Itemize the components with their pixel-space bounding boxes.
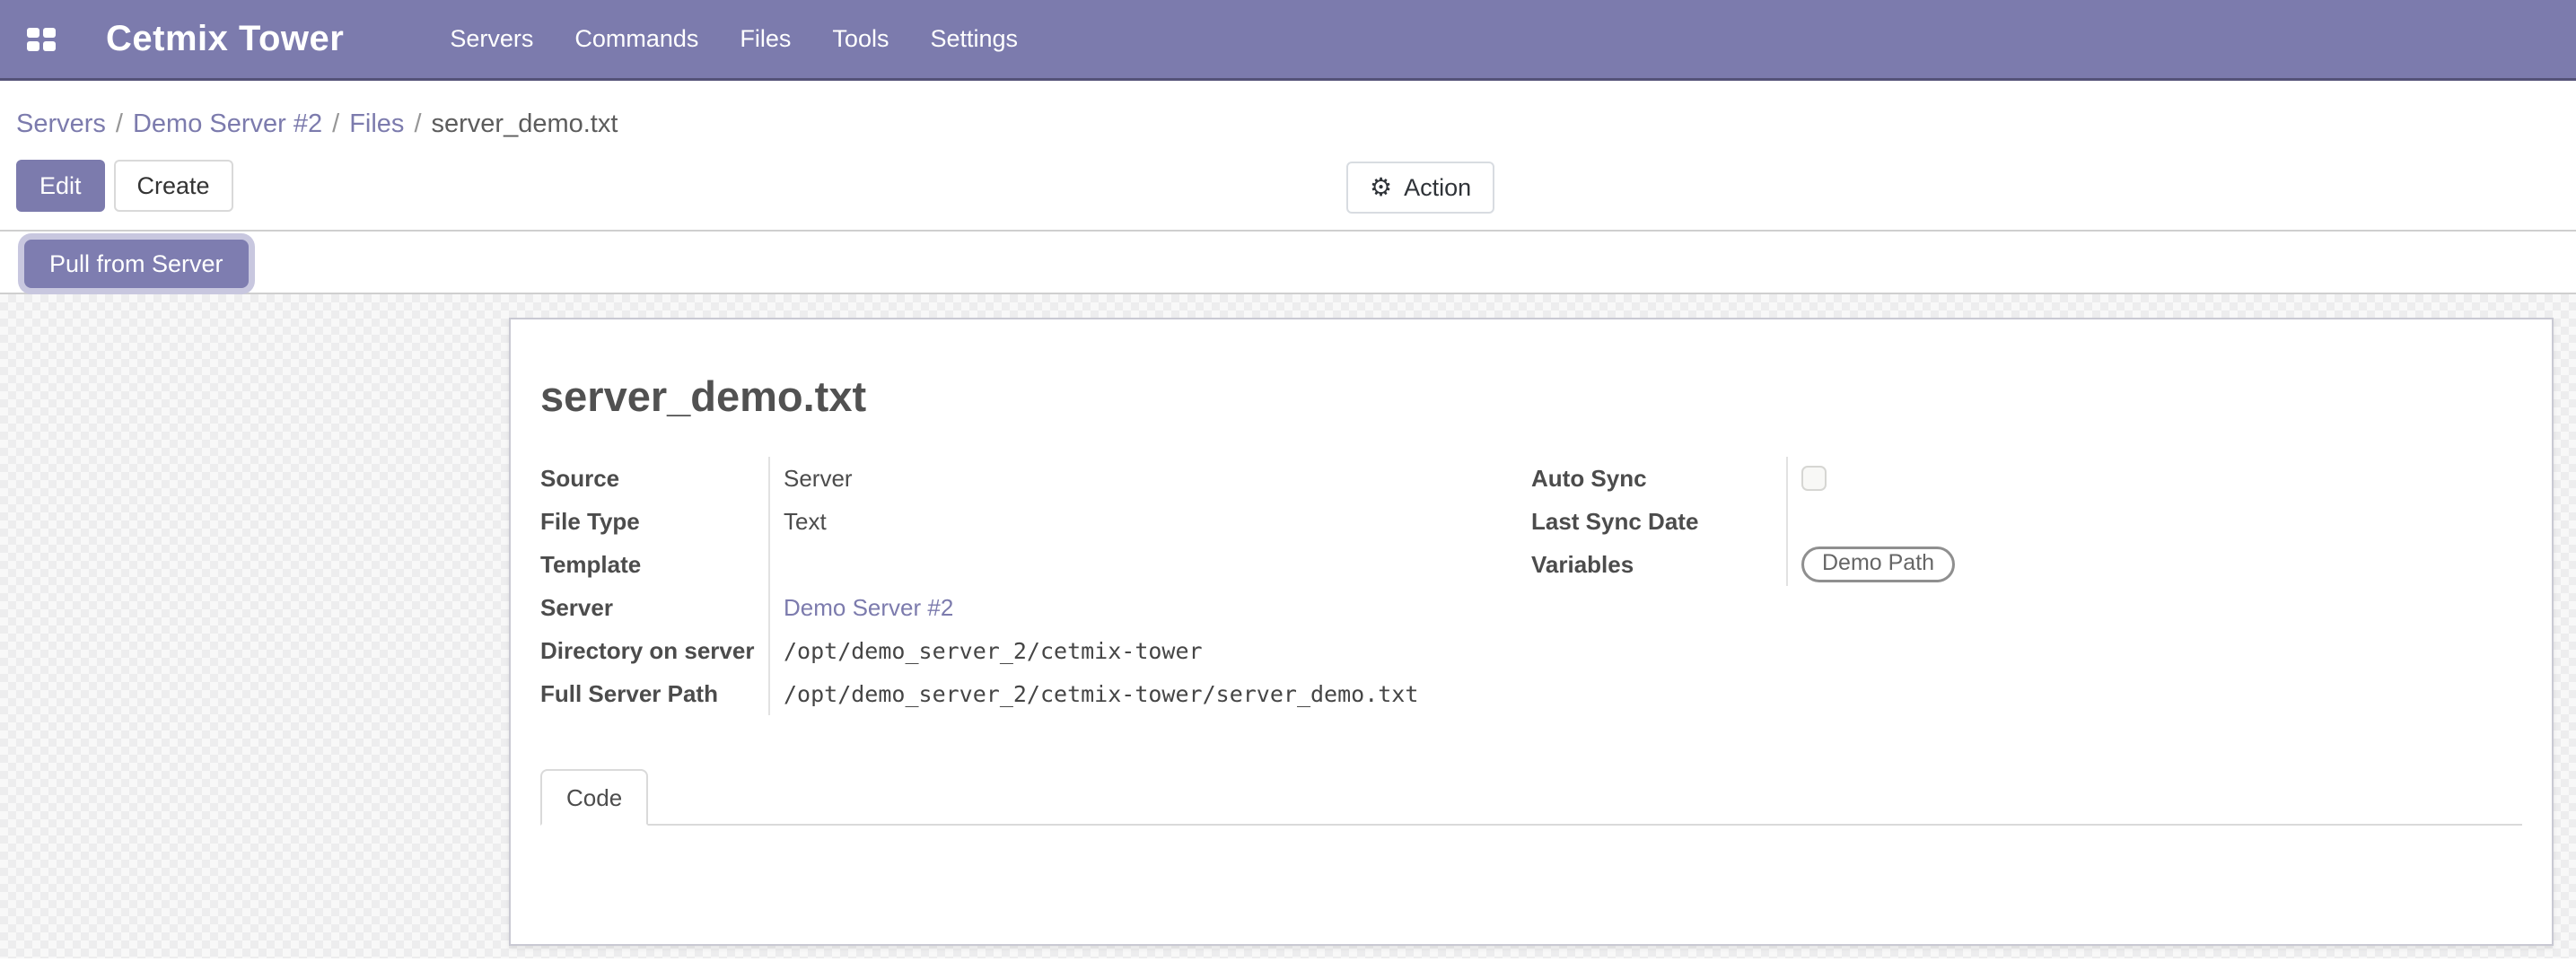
notebook-tabs: Code [540, 769, 2522, 826]
field-label-template: Template [540, 543, 770, 586]
main-menu: Servers Commands Files Tools Settings [450, 25, 1018, 53]
field-label-auto-sync: Auto Sync [1531, 457, 1788, 500]
field-row-template: Template [540, 543, 1531, 586]
field-groups: Source Server File Type Text Template Se… [540, 457, 2522, 715]
tab-content-code [540, 826, 2522, 923]
app-brand[interactable]: Cetmix Tower [106, 19, 344, 59]
field-label-full-path: Full Server Path [540, 672, 770, 715]
field-row-server: Server Demo Server #2 [540, 586, 1531, 629]
breadcrumb-separator: / [116, 109, 123, 138]
breadcrumb-separator: / [414, 109, 421, 138]
breadcrumb-link-servers[interactable]: Servers [16, 109, 106, 138]
menu-item-commands[interactable]: Commands [574, 25, 698, 53]
breadcrumb-separator: / [332, 109, 339, 138]
control-panel: Servers / Demo Server #2 / Files / server_demo… [0, 81, 2576, 232]
field-label-server: Server [540, 586, 770, 629]
field-label-source: Source [540, 457, 770, 500]
action-menu-button[interactable]: ⚙ Action [1346, 162, 1494, 214]
form-statusbar: Pull from Server [0, 232, 2576, 294]
field-label-variables: Variables [1531, 543, 1788, 586]
notebook: Code [540, 769, 2522, 923]
field-group-right: Auto Sync Last Sync Date Variables Demo … [1531, 457, 2522, 715]
form-sheet: server_demo.txt Source Server File Type … [509, 318, 2554, 946]
field-row-auto-sync: Auto Sync [1531, 457, 2522, 500]
field-value-directory: /opt/demo_server_2/cetmix-tower [770, 638, 1203, 664]
field-label-last-sync-date: Last Sync Date [1531, 500, 1788, 543]
pull-from-server-button[interactable]: Pull from Server [24, 240, 249, 288]
form-background: server_demo.txt Source Server File Type … [0, 294, 2576, 958]
breadcrumb: Servers / Demo Server #2 / Files / server_demo… [16, 106, 2576, 142]
variable-tag-demo-path[interactable]: Demo Path [1801, 547, 1955, 582]
gear-icon: ⚙ [1370, 175, 1392, 200]
menu-item-files[interactable]: Files [740, 25, 791, 53]
field-row-full-path: Full Server Path /opt/demo_server_2/cetm… [540, 672, 1531, 715]
top-navbar: Cetmix Tower Servers Commands Files Tool… [0, 0, 2576, 81]
field-value-full-path: /opt/demo_server_2/cetmix-tower/server_d… [770, 681, 1418, 707]
action-button-label: Action [1404, 173, 1471, 202]
edit-button[interactable]: Edit [16, 160, 105, 212]
field-value-source: Server [770, 465, 853, 493]
field-label-file-type: File Type [540, 500, 770, 543]
field-row-directory: Directory on server /opt/demo_server_2/c… [540, 629, 1531, 672]
field-label-directory: Directory on server [540, 629, 770, 672]
field-group-left: Source Server File Type Text Template Se… [540, 457, 1531, 715]
record-title: server_demo.txt [540, 372, 2522, 421]
create-button[interactable]: Create [114, 160, 233, 212]
field-row-last-sync-date: Last Sync Date [1531, 500, 2522, 543]
screen: Cetmix Tower Servers Commands Files Tool… [0, 0, 2576, 962]
menu-item-servers[interactable]: Servers [450, 25, 533, 53]
menu-item-tools[interactable]: Tools [832, 25, 889, 53]
menu-item-settings[interactable]: Settings [930, 25, 1018, 53]
field-row-source: Source Server [540, 457, 1531, 500]
breadcrumb-link-demo-server[interactable]: Demo Server #2 [133, 109, 322, 138]
breadcrumb-link-files[interactable]: Files [349, 109, 404, 138]
tab-code[interactable]: Code [540, 769, 648, 826]
field-value-file-type: Text [770, 508, 827, 536]
auto-sync-checkbox[interactable] [1801, 466, 1827, 491]
field-row-variables: Variables Demo Path [1531, 543, 2522, 586]
breadcrumb-current: server_demo.txt [432, 109, 618, 138]
field-row-file-type: File Type Text [540, 500, 1531, 543]
control-panel-buttons: Edit Create [16, 160, 2576, 212]
apps-menu-button[interactable] [27, 28, 56, 51]
field-value-server-link[interactable]: Demo Server #2 [770, 594, 953, 622]
